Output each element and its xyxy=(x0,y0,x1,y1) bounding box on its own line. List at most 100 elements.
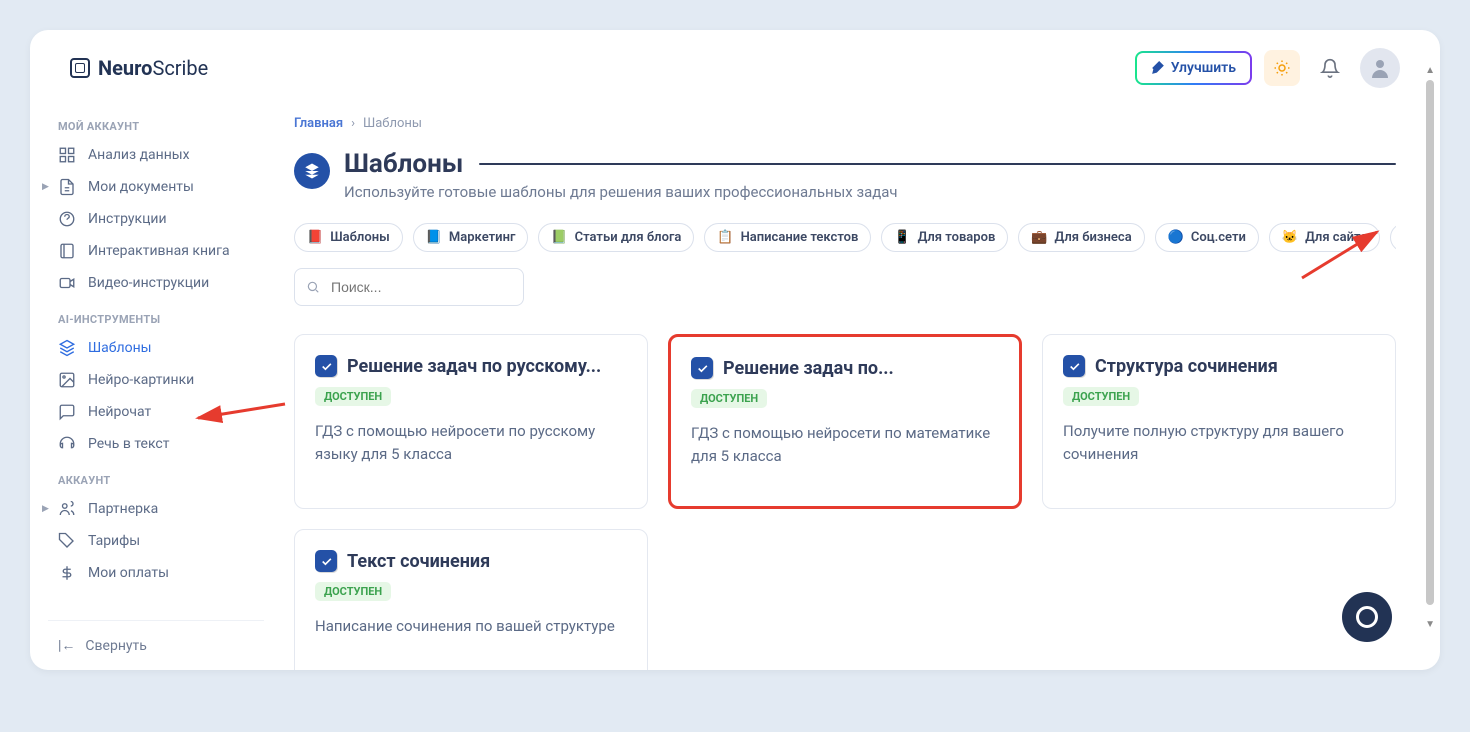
chip-label: Маркетинг xyxy=(449,230,516,245)
rocket-icon xyxy=(1151,61,1165,75)
chip-icon: 🐱 xyxy=(1282,230,1298,245)
chat-icon xyxy=(1356,606,1378,628)
template-card[interactable]: Решение задач по... ДОСТУПЕН ГДЗ с помощ… xyxy=(668,334,1022,509)
notifications-button[interactable] xyxy=(1312,50,1348,86)
filter-chip[interactable]: 📘 Маркетинг xyxy=(413,223,529,252)
card-description: ГДЗ с помощью нейросети по русскому язык… xyxy=(315,420,627,465)
page-icon xyxy=(294,153,330,189)
header: NeuroScribe Улучшить xyxy=(30,30,1440,106)
filter-chip[interactable]: 🔵 Соц.сети xyxy=(1155,223,1259,252)
sidebar-item-chat[interactable]: Нейрочат xyxy=(48,396,264,428)
upgrade-button[interactable]: Улучшить xyxy=(1135,51,1252,85)
theme-toggle[interactable] xyxy=(1264,50,1300,86)
sidebar-item-label: Шаблоны xyxy=(88,340,152,356)
chip-icon: 📋 xyxy=(717,230,733,245)
collapse-icon: |← xyxy=(58,637,75,654)
layers-icon xyxy=(58,339,76,357)
sidebar-item-book[interactable]: Интерактивная книга xyxy=(48,235,264,267)
chip-label: Для сайта xyxy=(1305,230,1367,245)
chip-icon: 📘 xyxy=(426,230,442,245)
chip-icon: 📕 xyxy=(307,230,323,245)
chip-icon: 📗 xyxy=(551,230,567,245)
chip-label: Соц.сети xyxy=(1191,230,1246,245)
breadcrumb-current: Шаблоны xyxy=(363,116,422,131)
card-description: Написание сочинения по вашей структуре xyxy=(315,615,627,638)
breadcrumb: Главная › Шаблоны xyxy=(294,112,1396,149)
sidebar-item-instructions[interactable]: Инструкции xyxy=(48,203,264,235)
sidebar-item-label: Интерактивная книга xyxy=(88,243,230,259)
status-badge: ДОСТУПЕН xyxy=(1063,387,1139,406)
sidebar-item-images[interactable]: Нейро-картинки xyxy=(48,364,264,396)
sidebar-item-analytics[interactable]: Анализ данных xyxy=(48,139,264,171)
template-card[interactable]: Текст сочинения ДОСТУПЕН Написание сочин… xyxy=(294,529,648,670)
main-content: Главная › Шаблоны Шаблоны Используйте го… xyxy=(270,106,1440,670)
scrollbar[interactable] xyxy=(1426,80,1434,605)
status-badge: ДОСТУПЕН xyxy=(691,389,767,408)
chip-label: Шаблоны xyxy=(330,230,390,245)
sidebar-collapse[interactable]: |← Свернуть xyxy=(48,620,264,670)
chip-label: Для бизнеса xyxy=(1055,230,1132,245)
template-cards: Решение задач по русскому... ДОСТУПЕН ГД… xyxy=(294,334,1396,670)
chip-icon: 📱 xyxy=(894,230,910,245)
sidebar-item-video[interactable]: Видео-инструкции xyxy=(48,267,264,299)
card-title: Решение задач по... xyxy=(723,358,894,379)
chevron-right-icon: › xyxy=(351,116,355,131)
sidebar-item-label: Инструкции xyxy=(88,211,167,227)
check-icon xyxy=(315,550,337,572)
sidebar-item-label: Нейрочат xyxy=(88,404,151,420)
chip-label: Для товаров xyxy=(918,230,996,245)
headphones-icon xyxy=(58,435,76,453)
collapse-label: Свернуть xyxy=(85,638,146,654)
help-icon xyxy=(58,210,76,228)
chip-icon: 🔵 xyxy=(1168,230,1184,245)
chevron-right-icon: ▶ xyxy=(42,504,48,514)
grid-icon xyxy=(58,146,76,164)
logo-text-bold: Neuro xyxy=(98,56,152,80)
logo-icon xyxy=(70,58,90,78)
header-actions: Улучшить xyxy=(1135,48,1400,88)
sidebar-item-templates[interactable]: Шаблоны xyxy=(48,332,264,364)
sidebar: МОЙ АККАУНТ Анализ данных ▶ Мои документ… xyxy=(30,106,270,670)
search-wrap xyxy=(294,268,524,306)
search-input[interactable] xyxy=(294,268,524,306)
template-card[interactable]: Решение задач по русскому... ДОСТУПЕН ГД… xyxy=(294,334,648,509)
dollar-icon xyxy=(58,564,76,582)
sun-icon xyxy=(1273,59,1291,77)
sidebar-item-payments[interactable]: Мои оплаты xyxy=(48,557,264,589)
filter-chip[interactable]: Другие xyxy=(1390,223,1396,252)
card-description: Получите полную структуру для вашего соч… xyxy=(1063,420,1375,465)
chat-fab[interactable] xyxy=(1342,592,1392,642)
book-icon xyxy=(58,242,76,260)
sidebar-item-label: Речь в текст xyxy=(88,436,169,452)
avatar[interactable] xyxy=(1360,48,1400,88)
filter-chip[interactable]: 📱 Для товаров xyxy=(881,223,1008,252)
card-description: ГДЗ с помощью нейросети по математике дл… xyxy=(691,422,999,467)
chip-label: Статьи для блога xyxy=(575,230,682,245)
sidebar-item-speech[interactable]: Речь в текст xyxy=(48,428,264,460)
logo[interactable]: NeuroScribe xyxy=(70,56,208,80)
sidebar-item-label: Видео-инструкции xyxy=(88,275,209,291)
filter-chip[interactable]: 📗 Статьи для блога xyxy=(538,223,694,252)
check-icon xyxy=(691,357,713,379)
sidebar-item-tariffs[interactable]: Тарифы xyxy=(48,525,264,557)
video-icon xyxy=(58,274,76,292)
filter-chip[interactable]: 💼 Для бизнеса xyxy=(1018,223,1144,252)
sidebar-item-affiliate[interactable]: ▶ Партнерка xyxy=(48,493,264,525)
title-divider xyxy=(479,163,1396,165)
card-title: Решение задач по русскому... xyxy=(347,356,601,377)
sidebar-item-documents[interactable]: ▶ Мои документы xyxy=(48,171,264,203)
sidebar-item-label: Нейро-картинки xyxy=(88,372,194,388)
breadcrumb-home[interactable]: Главная xyxy=(294,116,343,131)
upgrade-label: Улучшить xyxy=(1171,60,1236,76)
filter-chip[interactable]: 📋Написание текстов xyxy=(704,223,871,252)
filter-chip[interactable]: 🐱 Для сайта xyxy=(1269,223,1380,252)
file-icon xyxy=(58,178,76,196)
filter-chips: 📕 Шаблоны 📘 Маркетинг 📗 Статьи для блога 📋Напи… xyxy=(294,223,1396,252)
template-card[interactable]: Структура сочинения ДОСТУПЕН Получите по… xyxy=(1042,334,1396,509)
image-icon xyxy=(58,371,76,389)
chip-icon: 💼 xyxy=(1031,230,1047,245)
page-title: Шаблоны xyxy=(344,149,463,179)
card-title: Структура сочинения xyxy=(1095,356,1278,377)
filter-chip[interactable]: 📕 Шаблоны xyxy=(294,223,403,252)
sidebar-section-acc: АККАУНТ xyxy=(48,460,264,493)
